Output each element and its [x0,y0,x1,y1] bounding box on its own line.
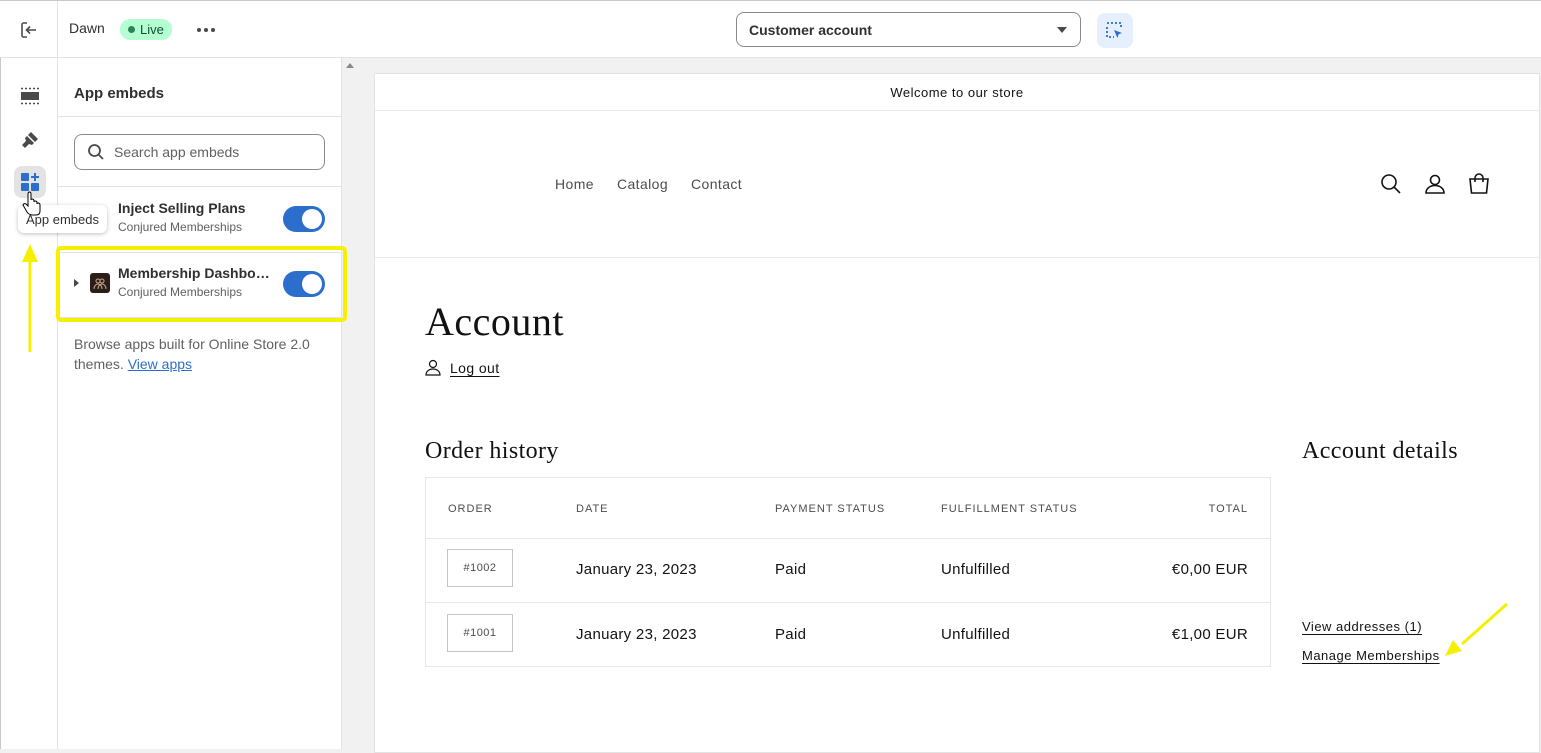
column-header: DATE [576,503,609,515]
order-number-link[interactable]: #1002 [447,549,513,587]
app-embeds-panel: App embeds Inject Selling Plans Conjured… [58,58,342,749]
table-row: #1001 January 23, 2023 Paid Unfulfilled … [426,604,1270,668]
fulfillment-status: Unfulfilled [941,561,1011,578]
chevron-down-icon [1057,27,1067,33]
embed-vendor: Conjured Memberships [118,220,243,234]
page-title: Account [425,299,565,344]
divider [58,317,342,318]
view-apps-link[interactable]: View apps [128,356,192,372]
embed-vendor: Conjured Memberships [118,285,243,299]
table-row: #1002 January 23, 2023 Paid Unfulfilled … [426,539,1270,603]
cart-icon[interactable] [1467,172,1491,196]
exit-icon[interactable] [14,15,44,45]
page-selector-value: Customer account [749,21,872,38]
main-nav: Home Catalog Contact [555,176,765,192]
inspector-button[interactable] [1097,13,1133,48]
browse-apps-text: Browse apps built for Online Store 2.0 t… [74,334,324,374]
scroll-up-icon[interactable] [346,63,354,68]
order-date: January 23, 2023 [576,626,697,643]
chevron-right-icon[interactable] [74,279,79,287]
toggle-knob [302,274,322,294]
embed-toggle[interactable] [283,206,325,232]
nav-home[interactable]: Home [555,176,594,192]
logout-link[interactable]: Log out [425,359,500,376]
column-header: TOTAL [1208,503,1248,515]
app-embeds-icon[interactable] [14,166,46,198]
divider [58,116,342,117]
order-history-title: Order history [425,438,559,464]
order-number-link[interactable]: #1001 [447,614,513,652]
more-actions-icon[interactable] [192,17,220,43]
nav-catalog[interactable]: Catalog [617,176,668,192]
theme-settings-icon[interactable] [14,124,46,156]
order-total: €0,00 EUR [1171,561,1248,578]
account-icon[interactable] [1423,172,1447,196]
search-field[interactable] [74,134,325,170]
user-icon [425,359,441,376]
top-bar: Dawn Live Customer account [0,0,1541,59]
left-rail [0,58,58,749]
app-logo-icon [90,273,110,293]
tooltip: App embeds [18,205,107,233]
fulfillment-status: Unfulfilled [941,626,1011,643]
panel-scrollbar[interactable] [342,58,358,749]
select-cursor-icon [1106,21,1122,38]
logout-label[interactable]: Log out [450,360,500,376]
divider [58,186,342,187]
manage-memberships-link[interactable]: Manage Memberships [1302,648,1440,663]
announcement-bar: Welcome to our store [375,74,1539,111]
search-icon [88,144,104,160]
orders-table: ORDER DATE PAYMENT STATUS FULFILLMENT ST… [425,477,1271,667]
payment-status: Paid [775,561,807,578]
embed-name: Inject Selling Plans [118,200,246,216]
search-input[interactable] [114,144,304,160]
status-badge-label: Live [140,22,164,37]
nav-contact[interactable]: Contact [691,176,742,192]
page-selector[interactable]: Customer account [736,12,1081,47]
store-preview: Welcome to our store Home Catalog Contac… [374,73,1540,753]
theme-name: Dawn [69,20,105,36]
order-date: January 23, 2023 [576,561,697,578]
status-badge: Live [120,19,172,40]
sections-icon[interactable] [14,80,46,112]
embed-toggle[interactable] [283,271,325,297]
store-header: Home Catalog Contact [375,111,1539,258]
account-details-title: Account details [1302,438,1458,464]
divider [58,252,342,253]
panel-title: App embeds [74,85,165,102]
embed-item[interactable]: Membership Dashboard Conjured Membership… [58,254,342,314]
column-header: PAYMENT STATUS [775,503,886,515]
column-header: FULFILLMENT STATUS [941,503,1078,515]
payment-status: Paid [775,626,807,643]
column-header: ORDER [448,503,493,515]
divider [57,1,58,59]
view-addresses-link[interactable]: View addresses (1) [1302,619,1422,634]
search-icon[interactable] [1379,172,1403,196]
embed-name: Membership Dashboard [118,265,276,281]
table-header: ORDER DATE PAYMENT STATUS FULFILLMENT ST… [426,478,1270,539]
toggle-knob [302,209,322,229]
order-total: €1,00 EUR [1171,626,1248,643]
live-dot-icon [128,26,135,33]
